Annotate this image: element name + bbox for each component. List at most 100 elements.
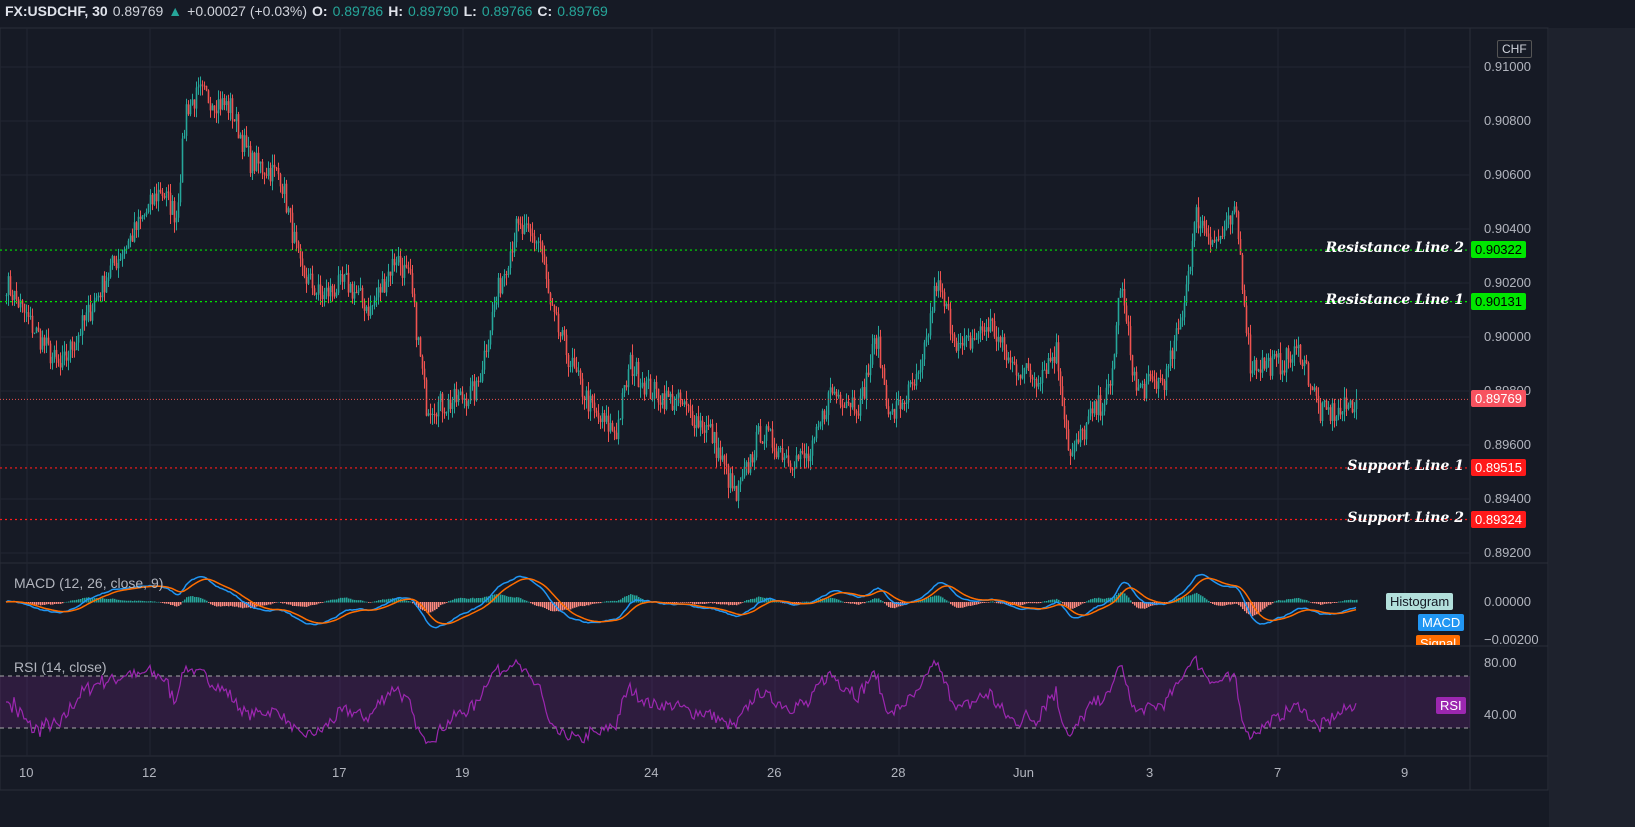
histogram-bar: [866, 601, 868, 603]
candle-body: [671, 393, 674, 410]
candle-body: [633, 374, 636, 377]
histogram-bar: [504, 595, 506, 603]
rsi-tick-label: 80.00: [1484, 655, 1517, 670]
candle-body: [629, 354, 632, 370]
histogram-bar: [614, 600, 616, 603]
histogram-bar: [140, 600, 142, 603]
histogram-bar: [734, 602, 736, 605]
histogram-bar: [444, 602, 446, 604]
candle-body: [997, 336, 1000, 342]
close-label: C:: [537, 3, 553, 19]
candle-body: [943, 292, 946, 307]
candle-body: [863, 387, 866, 399]
candle-body: [1271, 356, 1274, 376]
histogram-bar: [456, 598, 458, 603]
histogram-bar: [1320, 602, 1322, 605]
candle-body: [813, 438, 816, 441]
candle-body: [905, 402, 908, 404]
candle-body: [1213, 240, 1216, 242]
candle-body: [547, 278, 550, 294]
candle-body: [837, 394, 840, 397]
candle-body: [101, 275, 104, 298]
histogram-bar: [364, 601, 366, 603]
candle-body: [1329, 407, 1332, 421]
chart-canvas[interactable]: [0, 0, 1635, 827]
histogram-bar: [834, 598, 836, 603]
histogram-bar: [470, 598, 472, 603]
histogram-bar: [508, 596, 510, 603]
candle-body: [537, 241, 540, 243]
candle-body: [1059, 371, 1062, 387]
currency-badge[interactable]: CHF: [1497, 40, 1532, 58]
histogram-bar: [266, 602, 268, 606]
candle-body: [361, 287, 364, 302]
histogram-bar: [218, 602, 220, 607]
candle-body: [1265, 360, 1268, 369]
histogram-bar: [1208, 600, 1210, 603]
candle-body: [5, 295, 8, 297]
candle-body: [441, 393, 444, 412]
candle-body: [825, 415, 828, 420]
candle-body: [1351, 400, 1354, 413]
candle-body: [1033, 378, 1036, 380]
histogram-bar: [978, 602, 980, 605]
histogram-bar: [274, 602, 276, 603]
candle-body: [1285, 348, 1288, 373]
rsi-legend: RSI: [1436, 697, 1466, 714]
histogram-bar: [1284, 600, 1286, 603]
histogram-bar: [1340, 601, 1342, 603]
candle-body: [57, 358, 60, 363]
histogram-bar: [208, 602, 210, 603]
histogram-bar: [1336, 602, 1338, 603]
candle-body: [1145, 381, 1148, 399]
candle-body: [41, 337, 44, 350]
candle-body: [387, 271, 390, 282]
candle-body: [365, 306, 368, 311]
candle-body: [1355, 399, 1358, 410]
candle-body: [1135, 371, 1138, 391]
candle-body: [557, 313, 560, 333]
candle-body: [319, 284, 322, 296]
candle-body: [1183, 302, 1186, 318]
candle-body: [1003, 337, 1006, 351]
candle-body: [249, 145, 252, 174]
candle-body: [261, 161, 264, 173]
histogram-bar: [1140, 602, 1142, 609]
histogram-bar: [542, 602, 544, 608]
histogram-bar: [990, 601, 992, 603]
candle-body: [613, 430, 616, 433]
symbol[interactable]: FX:USDCHF, 30: [5, 3, 108, 19]
candle-body: [91, 311, 94, 321]
histogram-bar: [332, 599, 334, 603]
candle-body: [523, 224, 526, 234]
candle-body: [567, 354, 570, 367]
candle-body: [443, 411, 446, 414]
histogram-bar: [956, 602, 958, 608]
candle-body: [1119, 290, 1122, 298]
candle-body: [1211, 240, 1214, 245]
candle-body: [1001, 337, 1004, 343]
histogram-bar: [972, 602, 974, 606]
histogram-bar: [1286, 599, 1288, 603]
macd-title[interactable]: MACD (12, 26, close, 9): [14, 575, 163, 591]
histogram-bar: [1334, 602, 1336, 604]
histogram-bar: [446, 602, 448, 603]
histogram-bar: [136, 600, 138, 603]
rsi-title[interactable]: RSI (14, close): [14, 659, 107, 675]
histogram-bar: [876, 598, 878, 603]
histogram-bar: [190, 596, 192, 603]
histogram-bar: [1036, 602, 1038, 604]
histogram-bar: [68, 601, 70, 603]
histogram-bar: [708, 602, 710, 604]
histogram-bar: [1236, 602, 1238, 604]
candle-body: [1349, 400, 1352, 405]
price-change: +0.00027 (+0.03%): [187, 3, 308, 19]
histogram-bar: [130, 600, 132, 603]
histogram-bar: [1342, 601, 1344, 603]
candle-body: [13, 290, 16, 301]
histogram-bar: [626, 596, 628, 603]
histogram-bar: [122, 600, 124, 603]
candle-body: [975, 338, 978, 340]
histogram-bar: [124, 600, 126, 603]
histogram-bar: [1136, 602, 1138, 608]
